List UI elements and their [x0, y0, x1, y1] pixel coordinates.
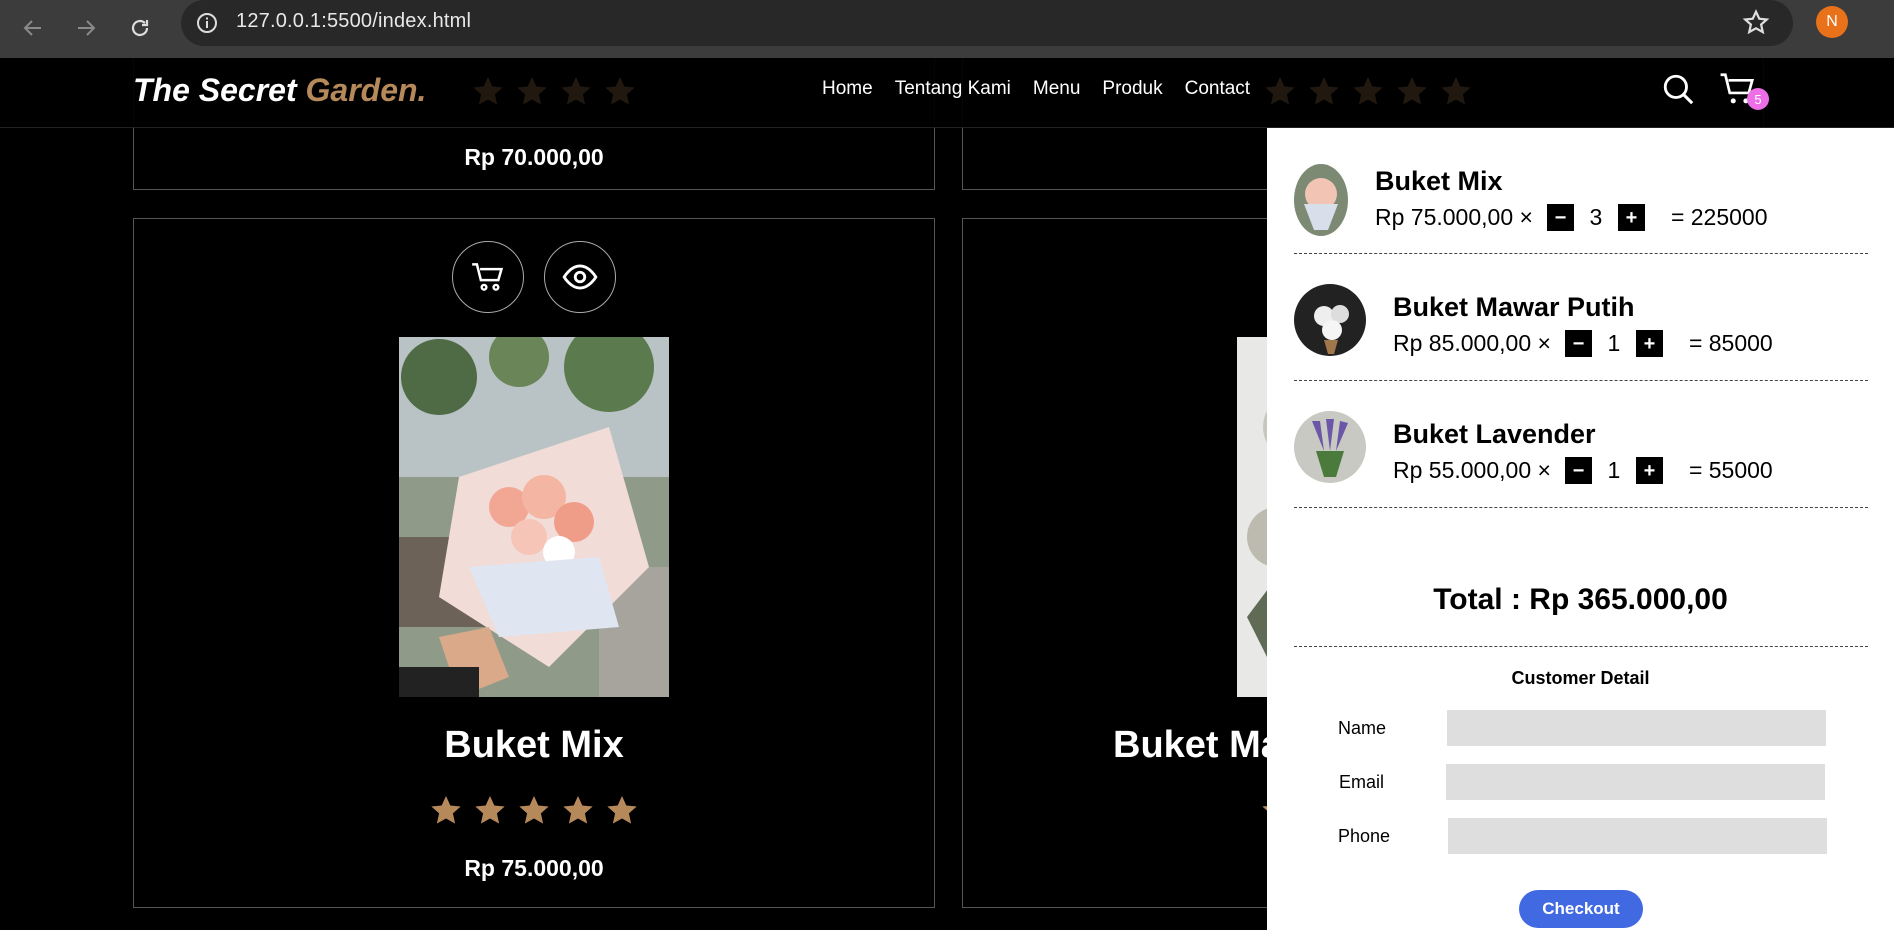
bookmark-star-icon[interactable] — [1741, 8, 1771, 38]
page: Rp 70.000,00 Buket Mix Rp 75.000,00 Buke… — [0, 58, 1894, 930]
product-price: Rp 70.000,00 — [464, 144, 604, 170]
star-icon — [1397, 77, 1427, 105]
star-icon — [1353, 77, 1383, 105]
cart-item-name: Buket Mawar Putih — [1393, 292, 1635, 322]
cart-item-subtotal: = 55000 — [1688, 457, 1773, 483]
address-bar[interactable]: 127.0.0.1:5500/index.html — [181, 0, 1793, 46]
cart-item-qty: 3 — [1589, 204, 1603, 230]
shopping-cart-panel: Buket Mix Rp 75.000,00 × − 3 + = 225000 … — [1267, 128, 1894, 930]
star-icon — [607, 796, 637, 824]
name-input[interactable] — [1447, 710, 1826, 746]
star-icon — [473, 77, 503, 105]
cart-item: Buket Mawar Putih Rp 85.000,00 × − 1 + =… — [1294, 254, 1868, 381]
profile-avatar[interactable]: N — [1816, 6, 1848, 38]
increase-qty-button[interactable]: + — [1617, 204, 1645, 231]
product-card-buket-mix: Buket Mix Rp 75.000,00 — [133, 218, 935, 908]
cart-item-unit-price: Rp 55.000,00 × — [1393, 457, 1551, 483]
star-icon — [519, 796, 549, 824]
cart-item-price-line: Rp 55.000,00 × − 1 + = 55000 — [1393, 457, 1773, 484]
add-to-cart-button[interactable] — [452, 241, 524, 313]
nav-produk[interactable]: Produk — [1102, 78, 1162, 100]
decrease-qty-button[interactable]: − — [1564, 330, 1592, 357]
logo-accent-text: Garden. — [305, 72, 427, 108]
cart-item-price-line: Rp 85.000,00 × − 1 + = 85000 — [1393, 330, 1773, 357]
url-text: 127.0.0.1:5500/index.html — [236, 10, 472, 32]
background-rating — [1262, 74, 1474, 110]
arrow-left-icon — [23, 20, 41, 36]
main-nav: Home Tentang Kami Menu Produk Contact — [822, 78, 1250, 100]
site-info-icon[interactable] — [193, 9, 221, 37]
star-icon — [1441, 77, 1471, 105]
email-input[interactable] — [1446, 764, 1825, 800]
nav-home[interactable]: Home — [822, 78, 873, 100]
product-title: Buket Mix — [444, 724, 624, 766]
cart-item-thumbnail — [1294, 164, 1348, 236]
cart-item: Buket Lavender Rp 55.000,00 × − 1 + = 55… — [1294, 381, 1868, 508]
decrease-qty-button[interactable]: − — [1546, 204, 1574, 231]
product-image-buket-mix — [399, 337, 669, 697]
cart-item-thumbnail — [1294, 284, 1366, 356]
product-rating — [134, 793, 934, 829]
search-icon[interactable] — [1661, 72, 1695, 106]
nav-tentang-kami[interactable]: Tentang Kami — [895, 78, 1011, 100]
nav-contact[interactable]: Contact — [1185, 78, 1250, 100]
cart-total: Total : Rp 365.000,00 — [1433, 583, 1728, 616]
cart-item: Buket Mix Rp 75.000,00 × − 3 + = 225000 — [1294, 128, 1868, 254]
back-button[interactable] — [15, 10, 51, 46]
phone-input[interactable] — [1448, 818, 1827, 854]
star-icon — [517, 77, 547, 105]
product-price: Rp 75.000,00 — [464, 855, 604, 881]
browser-toolbar: 127.0.0.1:5500/index.html N — [0, 0, 1894, 58]
reload-button[interactable] — [122, 10, 158, 46]
site-logo[interactable]: The Secret Garden. — [133, 72, 426, 109]
cart-item-subtotal: = 85000 — [1688, 330, 1773, 356]
cart-item-subtotal: = 225000 — [1670, 204, 1768, 230]
divider — [1294, 646, 1868, 647]
arrow-right-icon — [78, 20, 96, 36]
logo-text: The Secret — [133, 72, 306, 108]
cart-item-qty: 1 — [1607, 457, 1621, 483]
phone-label: Phone — [1338, 826, 1391, 846]
star-icon — [561, 77, 591, 105]
reload-icon — [131, 19, 149, 37]
cart-icon — [472, 263, 504, 291]
increase-qty-button[interactable]: + — [1635, 330, 1663, 357]
eye-icon — [562, 264, 598, 290]
cart-item-unit-price: Rp 75.000,00 × — [1375, 204, 1533, 230]
star-icon — [1309, 77, 1339, 105]
star-icon — [605, 77, 635, 105]
cart-item-unit-price: Rp 85.000,00 × — [1393, 330, 1551, 356]
cart-item-thumbnail — [1294, 411, 1366, 483]
name-label: Name — [1338, 718, 1387, 738]
star-icon — [563, 796, 593, 824]
increase-qty-button[interactable]: + — [1635, 457, 1663, 484]
star-icon — [475, 796, 505, 824]
cart-item-price-line: Rp 75.000,00 × − 3 + = 225000 — [1375, 204, 1768, 231]
background-rating — [470, 74, 638, 110]
view-detail-button[interactable] — [544, 241, 616, 313]
email-label: Email — [1339, 772, 1385, 792]
cart-item-name: Buket Mix — [1375, 166, 1503, 196]
forward-button[interactable] — [68, 10, 104, 46]
star-icon — [1265, 77, 1295, 105]
checkout-button[interactable]: Checkout — [1519, 890, 1643, 928]
cart-count-badge: 5 — [1747, 88, 1769, 110]
nav-menu[interactable]: Menu — [1033, 78, 1081, 100]
cart-item-name: Buket Lavender — [1393, 419, 1596, 449]
customer-detail-title: Customer Detail — [1511, 668, 1650, 688]
decrease-qty-button[interactable]: − — [1564, 457, 1592, 484]
star-icon — [431, 796, 461, 824]
site-header: The Secret Garden. Home Tentang Kami Men… — [0, 58, 1894, 128]
cart-item-qty: 1 — [1607, 330, 1621, 356]
